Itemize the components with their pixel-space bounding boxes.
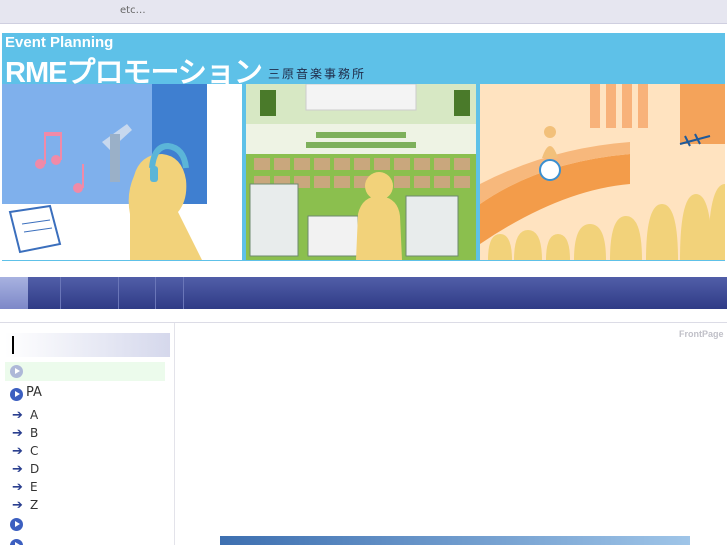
nav-separator bbox=[183, 277, 184, 309]
sidebar-item-next[interactable] bbox=[10, 539, 160, 545]
play-bullet-icon bbox=[10, 388, 23, 401]
sidebar-item-next[interactable] bbox=[10, 518, 160, 534]
nav-separator bbox=[60, 277, 61, 309]
play-bullet-icon bbox=[10, 518, 23, 531]
stage-event-illustration bbox=[480, 84, 725, 260]
arrow-right-icon: ➔ bbox=[12, 444, 23, 459]
sidebar-item-pa-label: PA bbox=[26, 385, 42, 400]
company-name: 三原音楽事務所 bbox=[268, 67, 367, 81]
sidebar-item-active[interactable] bbox=[5, 362, 165, 381]
sidebar-header-marker bbox=[12, 336, 14, 354]
content-heading-bar bbox=[220, 536, 690, 545]
sidebar-subitem-label: C bbox=[30, 444, 39, 458]
play-bullet-icon bbox=[10, 539, 23, 545]
top-bar-text: etc… bbox=[120, 5, 146, 16]
sidebar-subitem-label: B bbox=[30, 426, 39, 440]
sidebar-header bbox=[5, 333, 170, 357]
arrow-right-icon: ➔ bbox=[12, 462, 23, 477]
recording-illustration bbox=[2, 84, 242, 260]
main-nav-bar bbox=[0, 277, 727, 309]
sidebar: PA ➔ A ➔ B ➔ C ➔ D ➔ E ➔ Z bbox=[0, 323, 175, 545]
nav-separator bbox=[118, 277, 119, 309]
sidebar-subitem-label: E bbox=[30, 480, 38, 494]
sidebar-subitem-label: D bbox=[30, 462, 40, 476]
arrow-right-icon: ➔ bbox=[12, 408, 23, 423]
sidebar-subitem-label: Z bbox=[30, 498, 39, 512]
arrow-right-icon: ➔ bbox=[12, 498, 23, 513]
header-banner: Event Planning RMEプロモーション 三原音楽事務所 bbox=[2, 33, 725, 261]
pa-console-illustration bbox=[246, 84, 476, 260]
arrow-right-icon: ➔ bbox=[12, 480, 23, 495]
page-name-label: FrontPage bbox=[679, 329, 724, 339]
sidebar-subitem-label: A bbox=[30, 408, 39, 422]
top-bar: etc… bbox=[0, 0, 727, 24]
arrow-right-icon: ➔ bbox=[12, 426, 23, 441]
play-bullet-icon bbox=[10, 365, 23, 378]
nav-home-tab[interactable] bbox=[0, 277, 28, 309]
nav-separator bbox=[155, 277, 156, 309]
